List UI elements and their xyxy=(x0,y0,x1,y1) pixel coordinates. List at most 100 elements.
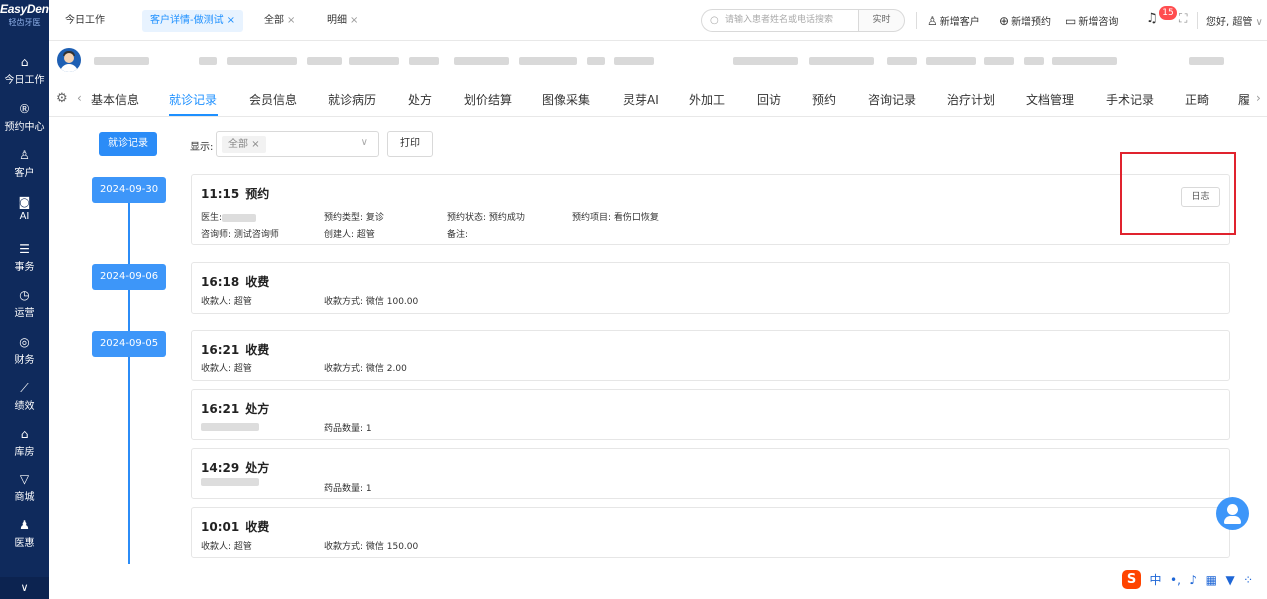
sidebar-item-ai[interactable]: ◙ AI xyxy=(0,195,49,223)
sidebar-item-yihui[interactable]: ♟ 医惠 xyxy=(0,518,49,550)
money-icon: ◎ xyxy=(19,335,30,349)
chat-icon: ▭ xyxy=(1065,14,1077,28)
cart-icon: ▽ xyxy=(19,472,30,486)
app-logo[interactable]: EasyDent 轻齿牙医 xyxy=(0,0,53,40)
drug-count-field: 药品数量: 1 xyxy=(324,424,372,434)
sidebar-item-label: 财务 xyxy=(14,355,35,366)
gear-icon[interactable]: ⚙ xyxy=(56,91,68,106)
record-time: 14:29 xyxy=(201,461,240,475)
record-type: 处方 xyxy=(245,402,270,416)
sidebar-item-appointment-center[interactable]: ® 预约中心 xyxy=(0,103,49,134)
redacted-field xyxy=(614,57,654,65)
redacted-text xyxy=(201,477,259,486)
robot-icon: ◙ xyxy=(18,195,31,209)
tab-prescription[interactable]: 处方 xyxy=(408,91,432,108)
chevron-down-icon: ∨ xyxy=(1255,17,1263,28)
tab-external-processing[interactable]: 外加工 xyxy=(689,91,725,108)
redacted-field xyxy=(519,57,577,65)
sidebar-item-label: 医惠 xyxy=(14,538,35,549)
microphone-icon[interactable]: ♪ xyxy=(1189,573,1197,587)
sidebar-item-performance[interactable]: ⟋ 绩效 xyxy=(0,382,49,413)
chip-label: 全部 xyxy=(228,139,248,150)
tab-document-management[interactable]: 文档管理 xyxy=(1026,91,1074,108)
sidebar-item-affairs[interactable]: ☰ 事务 xyxy=(0,243,49,274)
tab-treatment-plan[interactable]: 治疗计划 xyxy=(947,91,995,108)
ime-toolbar[interactable]: S 中 •, ♪ ▦ ▼ ⁘ xyxy=(1122,570,1266,592)
redacted-field xyxy=(349,57,399,65)
realtime-search-button[interactable]: 实时 xyxy=(858,9,905,32)
tab-basic-info[interactable]: 基本信息 xyxy=(91,91,139,108)
sidebar-item-operations[interactable]: ◷ 运营 xyxy=(0,289,49,320)
tab-detail[interactable]: 明细 × xyxy=(319,10,366,32)
visit-records-button[interactable]: 就诊记录 xyxy=(99,132,157,156)
sidebar-item-label: 商城 xyxy=(14,492,35,503)
record-card-payment: 16:21 收费 收款人: 超管 收款方式: 微信 2.00 xyxy=(191,330,1230,381)
appointment-item-field: 预约项目: 看伤口恢复 xyxy=(572,213,659,223)
floating-user-button[interactable] xyxy=(1216,497,1249,530)
appointment-status-field: 预约状态: 预约成功 xyxy=(447,213,525,223)
remark-field: 备注: xyxy=(447,230,469,240)
people-icon: ♟ xyxy=(19,518,30,532)
add-customer-button[interactable]: ♙ 新增客户 xyxy=(927,13,980,28)
tab-today-work[interactable]: 今日工作 xyxy=(57,10,113,32)
filter-chip-all[interactable]: 全部 × xyxy=(222,136,266,153)
patient-info-bar xyxy=(49,41,1267,81)
close-icon[interactable]: × xyxy=(251,139,259,150)
sidebar-item-mall[interactable]: ▽ 商城 xyxy=(0,472,49,504)
tab-lingya-ai[interactable]: 灵芽AI xyxy=(623,91,659,108)
record-time: 10:01 xyxy=(201,520,240,534)
tab-consultation-records[interactable]: 咨询记录 xyxy=(868,91,916,108)
payee-field: 收款人: 超管 xyxy=(201,297,252,307)
sogou-logo-icon[interactable]: S xyxy=(1122,570,1141,589)
add-consultation-label: 新增咨询 xyxy=(1078,17,1119,28)
redacted-field xyxy=(733,57,798,65)
close-icon[interactable]: × xyxy=(350,15,358,26)
tab-medical-records[interactable]: 就诊病历 xyxy=(328,91,376,108)
sidebar-item-warehouse[interactable]: ⌂ 库房 xyxy=(0,428,49,459)
patient-avatar[interactable] xyxy=(57,48,81,72)
fullscreen-icon[interactable]: ⛶ xyxy=(1179,11,1187,26)
skin-icon[interactable]: ▼ xyxy=(1225,573,1234,587)
keyboard-icon[interactable]: ▦ xyxy=(1206,573,1217,587)
divider xyxy=(1197,12,1198,29)
close-icon[interactable]: × xyxy=(227,15,235,26)
tab-customer-detail[interactable]: 客户详情-做测试 × xyxy=(142,10,243,32)
tab-billing[interactable]: 划价结算 xyxy=(464,91,512,108)
patient-search-input[interactable]: ○ 请输入患者姓名或电话搜索 xyxy=(701,9,858,32)
tab-visit-records[interactable]: 就诊记录 xyxy=(169,91,217,108)
divider xyxy=(916,12,917,29)
add-appointment-button[interactable]: ⊕ 新增预约 xyxy=(999,13,1051,28)
sidebar-item-customer[interactable]: ♙ 客户 xyxy=(0,149,49,180)
add-appointment-label: 新增预约 xyxy=(1011,17,1052,28)
tab-appointment[interactable]: 预约 xyxy=(812,91,836,108)
sidebar-item-finance[interactable]: ◎ 财务 xyxy=(0,335,49,367)
record-type: 预约 xyxy=(245,187,270,201)
punctuation-icon[interactable]: •, xyxy=(1170,573,1181,587)
print-button[interactable]: 打印 xyxy=(387,131,433,157)
sidebar-expand-button[interactable]: ∨ xyxy=(0,577,49,599)
record-type: 收费 xyxy=(245,275,270,289)
chevron-right-icon[interactable]: › xyxy=(1256,91,1261,105)
bell-icon[interactable]: ♫ xyxy=(1146,11,1158,26)
search-placeholder: 请输入患者姓名或电话搜索 xyxy=(725,15,834,25)
payment-method-field: 收款方式: 微信 100.00 xyxy=(324,297,419,307)
search-icon: ○ xyxy=(710,15,719,26)
tab-follow-up[interactable]: 回访 xyxy=(757,91,781,108)
sidebar-item-label: 库房 xyxy=(14,447,35,458)
close-icon[interactable]: × xyxy=(287,15,295,26)
tab-orthodontics[interactable]: 正畸 xyxy=(1185,91,1209,108)
record-type-select[interactable]: 全部 × ∨ xyxy=(216,131,379,157)
user-menu[interactable]: 您好, 超管 ∨ xyxy=(1206,13,1263,28)
grid-icon[interactable]: ⁘ xyxy=(1243,573,1253,587)
sidebar-item-today-work[interactable]: ⌂ 今日工作 xyxy=(0,56,49,87)
tab-image-capture[interactable]: 图像采集 xyxy=(542,91,590,108)
record-title: 14:29 处方 xyxy=(201,459,269,476)
tab-surgery-records[interactable]: 手术记录 xyxy=(1106,91,1154,108)
chevron-left-icon[interactable]: ‹ xyxy=(77,91,82,105)
add-consultation-button[interactable]: ▭ 新增咨询 xyxy=(1065,13,1118,28)
tab-member-info[interactable]: 会员信息 xyxy=(249,91,297,108)
tab-label: 客户详情-做测试 xyxy=(150,15,224,26)
tab-truncated[interactable]: 履 xyxy=(1238,91,1250,108)
ime-language[interactable]: 中 xyxy=(1150,571,1162,588)
tab-all[interactable]: 全部 × xyxy=(256,10,303,32)
